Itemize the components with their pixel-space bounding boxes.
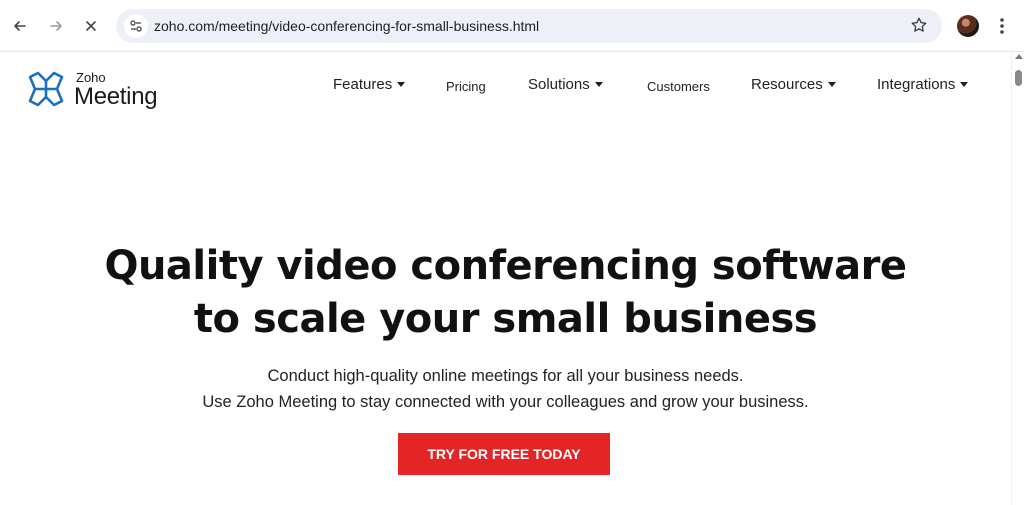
nav-resources[interactable]: Resources — [751, 76, 836, 93]
nav-resources-label: Resources — [751, 76, 823, 93]
nav-features-label: Features — [333, 76, 393, 93]
caret-down-icon — [960, 82, 969, 87]
hero-subtext-line1: Conduct high-quality online meetings for… — [267, 367, 744, 385]
caret-down-icon — [594, 82, 603, 87]
scroll-up-arrow-icon[interactable] — [1015, 54, 1023, 59]
hero-headline-line2: to scale your small business — [193, 296, 818, 342]
page-content: Zoho Meeting Features Pricing Solutions … — [0, 52, 1011, 505]
arrow-right-icon — [50, 21, 62, 31]
page-scrollbar[interactable] — [1011, 52, 1024, 505]
url-text[interactable]: zoho.com/meeting/video-conferencing-for-… — [154, 18, 539, 34]
star-icon — [911, 17, 927, 32]
hero-headline: Quality video conferencing software to s… — [0, 240, 1011, 346]
close-icon — [86, 21, 96, 31]
nav-customers-label: Customers — [647, 79, 710, 94]
browser-menu-button[interactable] — [996, 14, 1008, 38]
logo-product-text: Meeting — [74, 83, 158, 110]
address-bar[interactable]: zoho.com/meeting/video-conferencing-for-… — [116, 9, 942, 43]
bookmark-button[interactable] — [910, 16, 930, 36]
nav-integrations-label: Integrations — [877, 76, 956, 93]
zoho-meeting-logo[interactable]: Zoho Meeting — [24, 68, 174, 112]
stop-loading-button[interactable] — [79, 14, 103, 38]
profile-avatar[interactable] — [957, 15, 979, 37]
site-info-button[interactable] — [124, 14, 148, 38]
nav-pricing-label: Pricing — [446, 79, 486, 94]
try-for-free-button[interactable]: TRY FOR FREE TODAY — [398, 433, 610, 475]
browser-toolbar: zoho.com/meeting/video-conferencing-for-… — [0, 0, 1024, 52]
scroll-thumb[interactable] — [1015, 70, 1022, 86]
more-vertical-icon — [1000, 18, 1004, 34]
nav-solutions[interactable]: Solutions — [528, 76, 603, 93]
caret-down-icon — [827, 82, 836, 87]
nav-features[interactable]: Features — [333, 76, 406, 93]
hero-headline-line1: Quality video conferencing software — [104, 243, 907, 289]
nav-pricing[interactable]: Pricing — [446, 79, 486, 94]
back-button[interactable] — [8, 14, 32, 38]
hero-subtext: Conduct high-quality online meetings for… — [0, 363, 1011, 415]
zoho-meeting-logo-icon — [28, 71, 64, 107]
nav-customers[interactable]: Customers — [647, 79, 710, 94]
tune-icon — [130, 20, 142, 32]
forward-button[interactable] — [44, 14, 68, 38]
hero-subtext-line2: Use Zoho Meeting to stay connected with … — [202, 393, 809, 411]
nav-integrations[interactable]: Integrations — [877, 76, 969, 93]
nav-solutions-label: Solutions — [528, 76, 590, 93]
arrow-left-icon — [14, 21, 26, 31]
caret-down-icon — [397, 82, 406, 87]
